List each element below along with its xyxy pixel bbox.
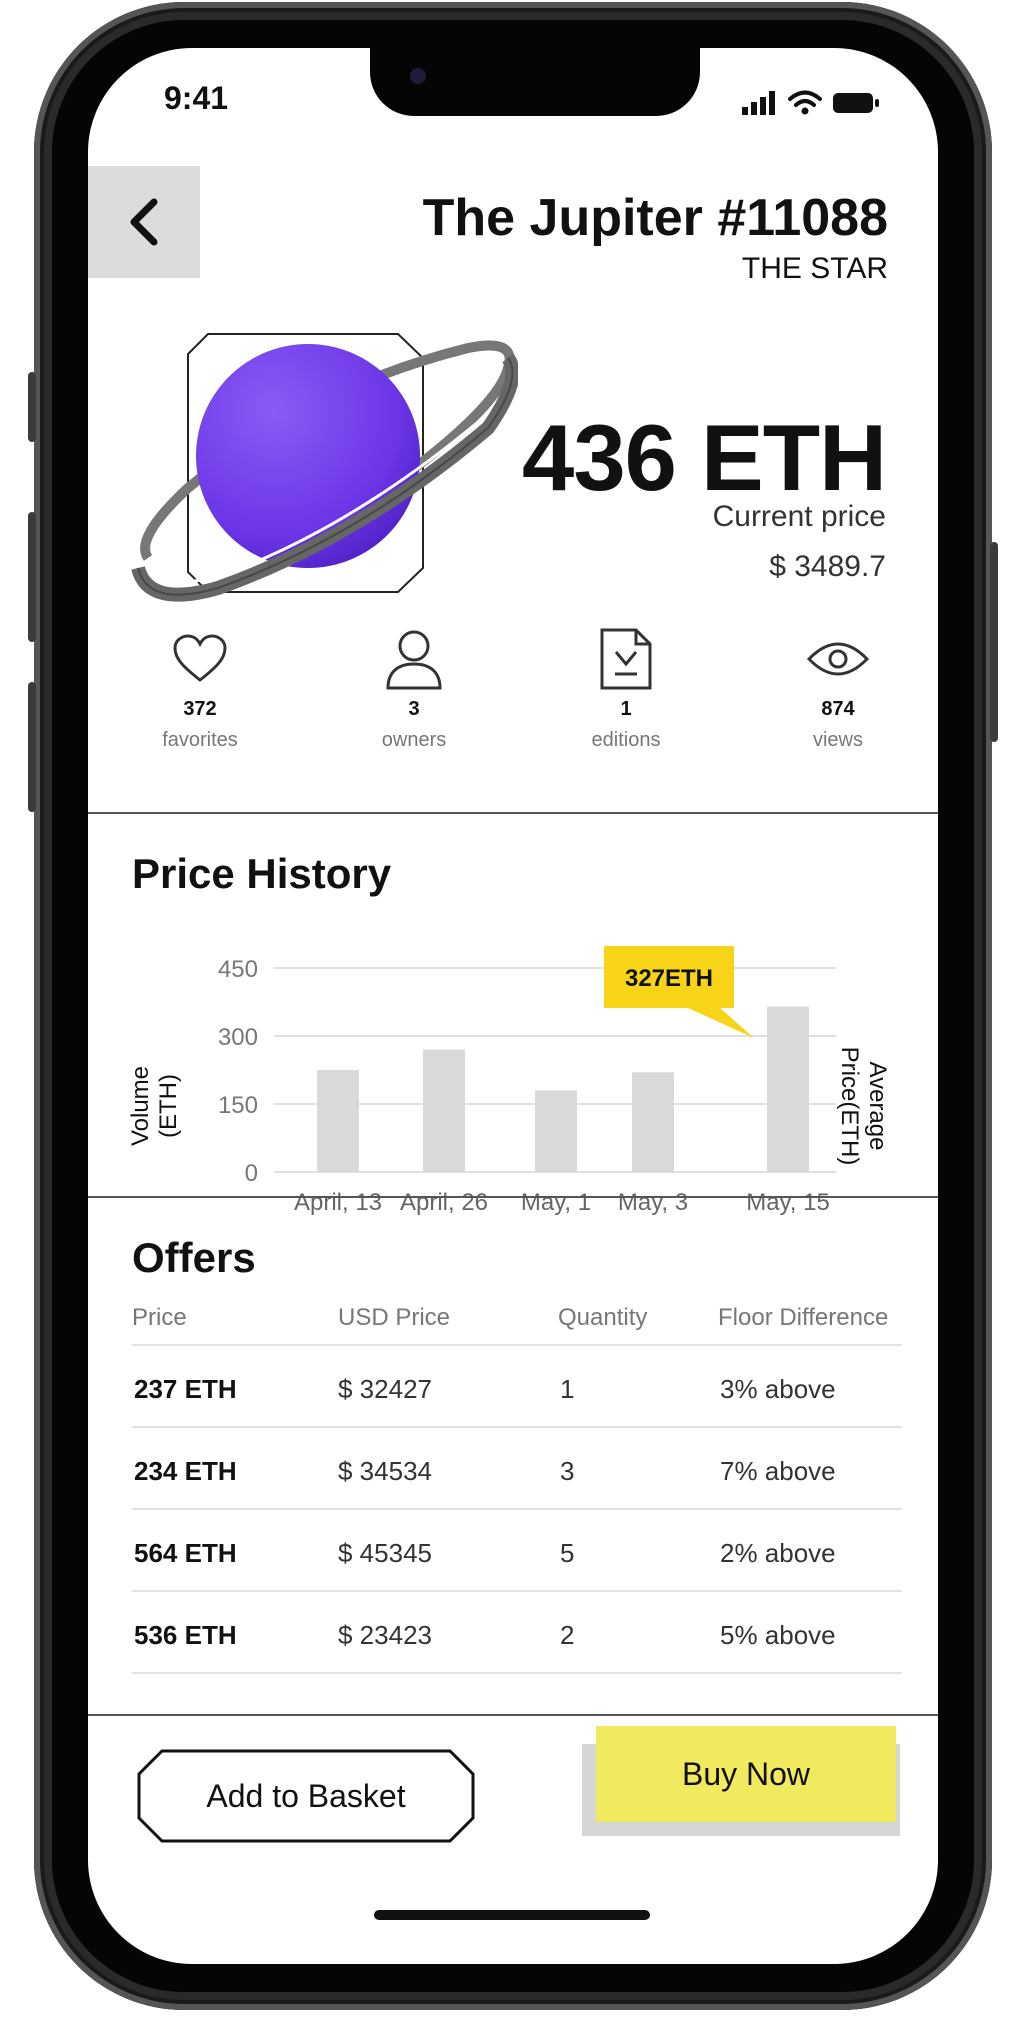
price-usd: $ 3489.7 — [769, 550, 886, 583]
offer-usd: $ 45345 — [338, 1538, 432, 1568]
offer-floor-diff: 2% above — [720, 1538, 836, 1568]
add-to-basket-button[interactable]: Add to Basket — [136, 1748, 476, 1844]
chart-bar[interactable] — [767, 1006, 809, 1172]
table-row[interactable]: 234 ETH $ 34534 3 7% above — [88, 1428, 938, 1508]
eye-icon — [806, 642, 870, 676]
basket-button-label: Add to Basket — [206, 1777, 406, 1814]
favorites-count: 372 — [183, 698, 217, 720]
offer-usd: $ 34534 — [338, 1456, 432, 1486]
y-tick-label: 450 — [218, 956, 258, 983]
battery-icon — [833, 93, 879, 113]
editions-label: editions — [591, 729, 661, 751]
user-icon — [386, 630, 442, 690]
favorites-label: favorites — [162, 729, 238, 751]
stat-favorites[interactable]: 372 favorites — [120, 628, 280, 752]
editions-count: 1 — [620, 698, 632, 720]
back-button[interactable] — [88, 166, 200, 278]
buy-now-button[interactable]: Buy Now — [596, 1726, 896, 1822]
offer-quantity: 5 — [560, 1538, 575, 1568]
y2-axis-label: AveragePrice(ETH) — [836, 1047, 891, 1166]
notch — [370, 48, 700, 116]
app-screen: 9:41 The Jupiter #11088 THE STAR 436 ETH… — [88, 48, 938, 1964]
volume-down-button — [28, 682, 36, 812]
y-tick-label: 300 — [218, 1024, 258, 1051]
owners-count: 3 — [408, 698, 420, 720]
x-tick-label: May, 3 — [618, 1189, 688, 1216]
x-tick-label: April, 13 — [294, 1189, 382, 1216]
signal-icon — [742, 91, 775, 115]
chart-bar[interactable] — [423, 1049, 465, 1172]
x-tick-label: May, 1 — [521, 1189, 591, 1216]
views-label: views — [812, 729, 863, 751]
price-history-chart: 0 150 300 450 April, 13 April, 26 May, 1 May, … — [127, 946, 891, 1216]
heart-icon — [173, 634, 227, 682]
y-axis-label: Volume(ETH) — [127, 1066, 182, 1146]
document-download-icon — [600, 628, 652, 690]
power-button — [990, 542, 998, 742]
current-price-label: Current price — [712, 500, 886, 533]
offer-floor-diff: 5% above — [720, 1620, 836, 1650]
offer-usd: $ 23423 — [338, 1620, 432, 1650]
offer-price: 234 ETH — [134, 1456, 237, 1486]
y-tick-label: 0 — [245, 1160, 258, 1187]
chart-bar[interactable] — [317, 1070, 359, 1172]
offer-usd: $ 32427 — [338, 1374, 432, 1404]
divider — [88, 812, 938, 814]
chevron-left-icon — [130, 198, 158, 246]
x-tick-label: May, 15 — [746, 1189, 830, 1216]
offer-floor-diff: 3% above — [720, 1374, 836, 1404]
status-time: 9:41 — [164, 80, 229, 116]
col-floor-header: Floor Difference — [718, 1304, 889, 1331]
divider — [88, 1196, 938, 1198]
stat-views[interactable]: 874 views — [758, 628, 918, 752]
offer-floor-diff: 7% above — [720, 1456, 836, 1486]
owners-label: owners — [381, 729, 447, 751]
offers-title: Offers — [132, 1234, 256, 1281]
views-count: 874 — [821, 698, 855, 720]
divider — [88, 1714, 938, 1716]
col-usd-header: USD Price — [338, 1304, 451, 1331]
chart-bar[interactable] — [535, 1090, 577, 1172]
svg-text:327ETH: 327ETH — [625, 965, 713, 992]
row-divider — [132, 1672, 902, 1674]
price-history-title: Price History — [132, 850, 392, 897]
offer-price: 564 ETH — [134, 1538, 237, 1568]
offer-quantity: 2 — [560, 1620, 575, 1650]
status-icons — [742, 90, 880, 116]
nft-artwork — [131, 333, 518, 602]
collection-name: THE STAR — [741, 252, 888, 285]
col-price-header: Price — [132, 1304, 187, 1331]
chart-bar[interactable] — [632, 1072, 674, 1172]
col-quantity-header: Quantity — [558, 1304, 648, 1331]
y-tick-label: 150 — [218, 1092, 258, 1119]
home-indicator — [374, 1910, 650, 1920]
camera-icon — [410, 68, 426, 84]
table-row[interactable]: 564 ETH $ 45345 5 2% above — [88, 1510, 938, 1590]
offer-price: 536 ETH — [134, 1620, 237, 1650]
offer-quantity: 1 — [560, 1374, 575, 1404]
nft-title: The Jupiter #11088 — [422, 189, 888, 247]
chart-tooltip: 327ETH — [604, 946, 754, 1038]
stat-owners[interactable]: 3 owners — [334, 628, 494, 752]
current-price: 436 ETH — [522, 405, 887, 510]
volume-up-button — [28, 512, 36, 642]
mute-switch — [28, 372, 36, 442]
stat-editions[interactable]: 1 editions — [546, 628, 706, 752]
offer-price: 237 ETH — [134, 1374, 237, 1404]
wifi-icon — [788, 90, 822, 115]
table-row[interactable]: 536 ETH $ 23423 2 5% above — [88, 1592, 938, 1672]
table-row[interactable]: 237 ETH $ 32427 1 3% above — [88, 1346, 938, 1426]
offer-quantity: 3 — [560, 1456, 575, 1486]
x-tick-label: April, 26 — [400, 1189, 488, 1216]
